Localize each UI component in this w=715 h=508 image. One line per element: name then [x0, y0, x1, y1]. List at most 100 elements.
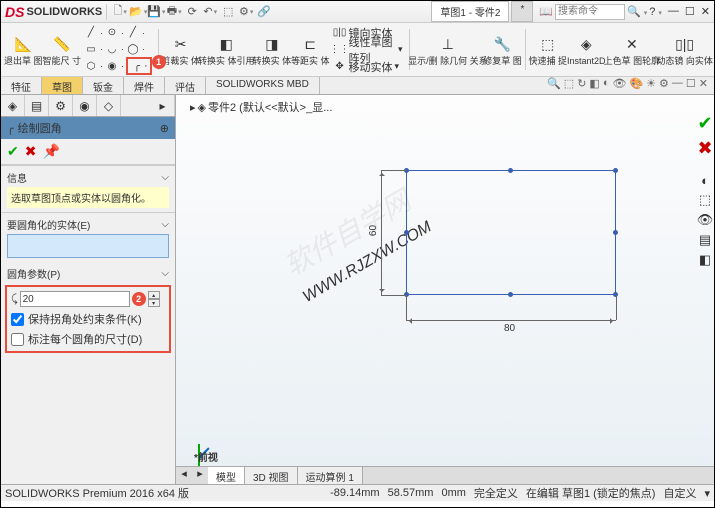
- params-header[interactable]: 圆角参数(P): [7, 266, 169, 281]
- panel-confirm-row: ✔ ✖ 📌: [1, 139, 175, 165]
- rtool-1[interactable]: ◐: [701, 173, 709, 188]
- keep-constraints-check[interactable]: 保持拐角处约束条件(K): [11, 311, 165, 327]
- graphics-area[interactable]: ▸ ◈ 零件2 (默认<<默认>_显... 软件自学网WWW.RJZXW.COM…: [176, 95, 714, 484]
- display-style-icon[interactable]: ◐: [603, 77, 610, 94]
- quick-snap-button[interactable]: ⬚快速捕 捉: [530, 25, 566, 74]
- entities-field[interactable]: [7, 234, 169, 258]
- bc-expand-icon[interactable]: ▸: [190, 101, 196, 114]
- rtool-3[interactable]: 👁: [697, 212, 714, 228]
- ptab-more[interactable]: ▸: [151, 95, 175, 116]
- tab-sheetmetal[interactable]: 钣金: [83, 77, 124, 94]
- line-tool[interactable]: ╱·⊙·╱·: [84, 25, 152, 41]
- zoom-fit-icon[interactable]: 🔍: [547, 77, 561, 94]
- display-relations-button[interactable]: ⊥显示/删 除几何 关系: [413, 25, 482, 74]
- ptab-dimxpert[interactable]: ◇: [97, 95, 121, 116]
- dynamic-mirror-button[interactable]: ▯|▯动态镜 向实体: [659, 25, 710, 74]
- exit-sketch-button[interactable]: 📐退出草 图: [5, 25, 41, 74]
- pin-icon[interactable]: ⊕: [160, 122, 169, 135]
- tab-weldment[interactable]: 焊件: [124, 77, 165, 94]
- scene-icon[interactable]: ☀: [646, 77, 656, 94]
- convert-button[interactable]: ◧转换实 体引用: [201, 25, 252, 74]
- poly-tool[interactable]: ⬡·◉· ╭· 1: [84, 58, 152, 74]
- link-button[interactable]: 🔗: [255, 3, 273, 21]
- view-settings-icon[interactable]: ⚙: [659, 77, 669, 94]
- ptab-property[interactable]: ▤: [25, 95, 49, 116]
- new-button[interactable]: 🗋: [111, 3, 129, 21]
- fillet-tool[interactable]: ╭· 1: [126, 57, 152, 75]
- right-toolbar: ✔ ✖ ◐ ⬚ 👁 ▤ ◧: [696, 113, 714, 268]
- chk1-input[interactable]: [11, 313, 24, 326]
- shaded-contour-button[interactable]: ✕上色草 图轮廓: [607, 25, 658, 74]
- search-icon[interactable]: 🔍: [627, 5, 641, 18]
- tab-features[interactable]: 特征: [1, 77, 42, 94]
- dim-each-fillet-check[interactable]: 标注每个圆角的尺寸(D): [11, 331, 165, 347]
- bc-part-name[interactable]: 零件2 (默认<<默认>_显...: [208, 99, 332, 115]
- save-button[interactable]: 💾: [147, 3, 165, 21]
- help-dropdown[interactable]: [657, 6, 662, 18]
- confirm-corner-cancel[interactable]: ✖: [697, 138, 712, 159]
- ptab-display[interactable]: ◉: [73, 95, 97, 116]
- appearance-icon[interactable]: 🎨: [629, 77, 643, 94]
- status-custom[interactable]: 自定义: [663, 485, 696, 501]
- maximize-button[interactable]: ☐: [685, 5, 695, 18]
- property-panel: ◈ ▤ ⚙ ◉ ◇ ▸ ╭ 绘制圆角 ⊕ ✔ ✖ 📌 信息 选取草图顶点或实体以…: [1, 95, 176, 484]
- btab-next[interactable]: ▸: [192, 467, 208, 484]
- print-button[interactable]: 🖶: [165, 3, 183, 21]
- doc-tab-1[interactable]: 草图1 - 零件2: [431, 1, 509, 22]
- tab-mbd[interactable]: SOLIDWORKS MBD: [206, 77, 320, 94]
- ptab-config[interactable]: ⚙: [49, 95, 73, 116]
- pattern-tool[interactable]: ⋮⋮线性草图阵列▾: [333, 42, 403, 58]
- select-button[interactable]: ⬚: [219, 3, 237, 21]
- book-icon[interactable]: 📖: [539, 5, 553, 18]
- ok-button[interactable]: ✔: [7, 143, 19, 160]
- section-view-icon[interactable]: ◧: [589, 77, 599, 94]
- dim-height-label[interactable]: 60: [368, 225, 379, 236]
- undo-button[interactable]: ↶: [201, 3, 219, 21]
- zoom-area-icon[interactable]: ⬚: [564, 77, 574, 94]
- move-tool[interactable]: ✥移动实体▾: [333, 59, 403, 75]
- open-button[interactable]: 📂: [129, 3, 147, 21]
- status-units-icon[interactable]: ▾: [704, 487, 710, 500]
- tab-sketch[interactable]: 草图: [42, 77, 83, 94]
- dim-width[interactable]: [406, 320, 616, 321]
- hide-show-icon[interactable]: 👁: [612, 77, 626, 94]
- dim-width-label[interactable]: 80: [504, 323, 515, 334]
- spin-up[interactable]: ▴: [148, 291, 160, 299]
- help-icon[interactable]: ?: [649, 6, 655, 18]
- instant2d-button[interactable]: ◈Instant2D: [568, 25, 604, 74]
- btab-prev[interactable]: ◂: [176, 467, 192, 484]
- offset-button[interactable]: ⊏等距实 体: [292, 25, 328, 74]
- trim-button[interactable]: ✂剪裁实 体: [162, 25, 198, 74]
- search-input[interactable]: [555, 4, 625, 20]
- rotate-view-icon[interactable]: ↻: [577, 77, 586, 94]
- transform-column: ▯|▯镜向实体 ⋮⋮线性草图阵列▾ ✥移动实体▾: [331, 25, 405, 74]
- rebuild-button[interactable]: ⟳: [183, 3, 201, 21]
- info-header[interactable]: 信息: [7, 170, 169, 185]
- ptab-feature-tree[interactable]: ◈: [1, 95, 25, 116]
- confirm-corner-ok[interactable]: ✔: [697, 113, 712, 134]
- tab-evaluate[interactable]: 评估: [165, 77, 206, 94]
- rtool-4[interactable]: ▤: [699, 232, 711, 248]
- btab-motion[interactable]: 运动算例 1: [298, 467, 363, 484]
- btab-3dview[interactable]: 3D 视图: [245, 467, 298, 484]
- doc-tab-2[interactable]: *: [511, 1, 533, 22]
- minimize-button[interactable]: —: [668, 5, 679, 18]
- btab-model[interactable]: 模型: [208, 467, 245, 484]
- dim-height[interactable]: [381, 170, 382, 295]
- cancel-button[interactable]: ✖: [25, 143, 37, 160]
- push-pin-icon[interactable]: 📌: [42, 143, 59, 160]
- radius-input[interactable]: [20, 291, 130, 307]
- entities-header[interactable]: 要圆角化的实体(E): [7, 217, 169, 232]
- rect-tool[interactable]: ▭·◡·◯·: [84, 42, 152, 58]
- repair-sketch-button[interactable]: 🔧修复草 图: [484, 25, 520, 74]
- close-button[interactable]: ✕: [701, 5, 710, 18]
- chk2-input[interactable]: [11, 333, 24, 346]
- rtool-5[interactable]: ◧: [699, 252, 711, 268]
- smart-dimension-button[interactable]: 📏智能尺 寸: [43, 25, 79, 74]
- extend-button[interactable]: ◨转换实 体: [254, 25, 290, 74]
- options-button[interactable]: ⚙: [237, 3, 255, 21]
- search-dropdown[interactable]: [643, 6, 648, 18]
- rtool-2[interactable]: ⬚: [699, 192, 711, 208]
- spin-down[interactable]: ▾: [148, 299, 160, 307]
- sketch-rectangle[interactable]: [406, 170, 616, 295]
